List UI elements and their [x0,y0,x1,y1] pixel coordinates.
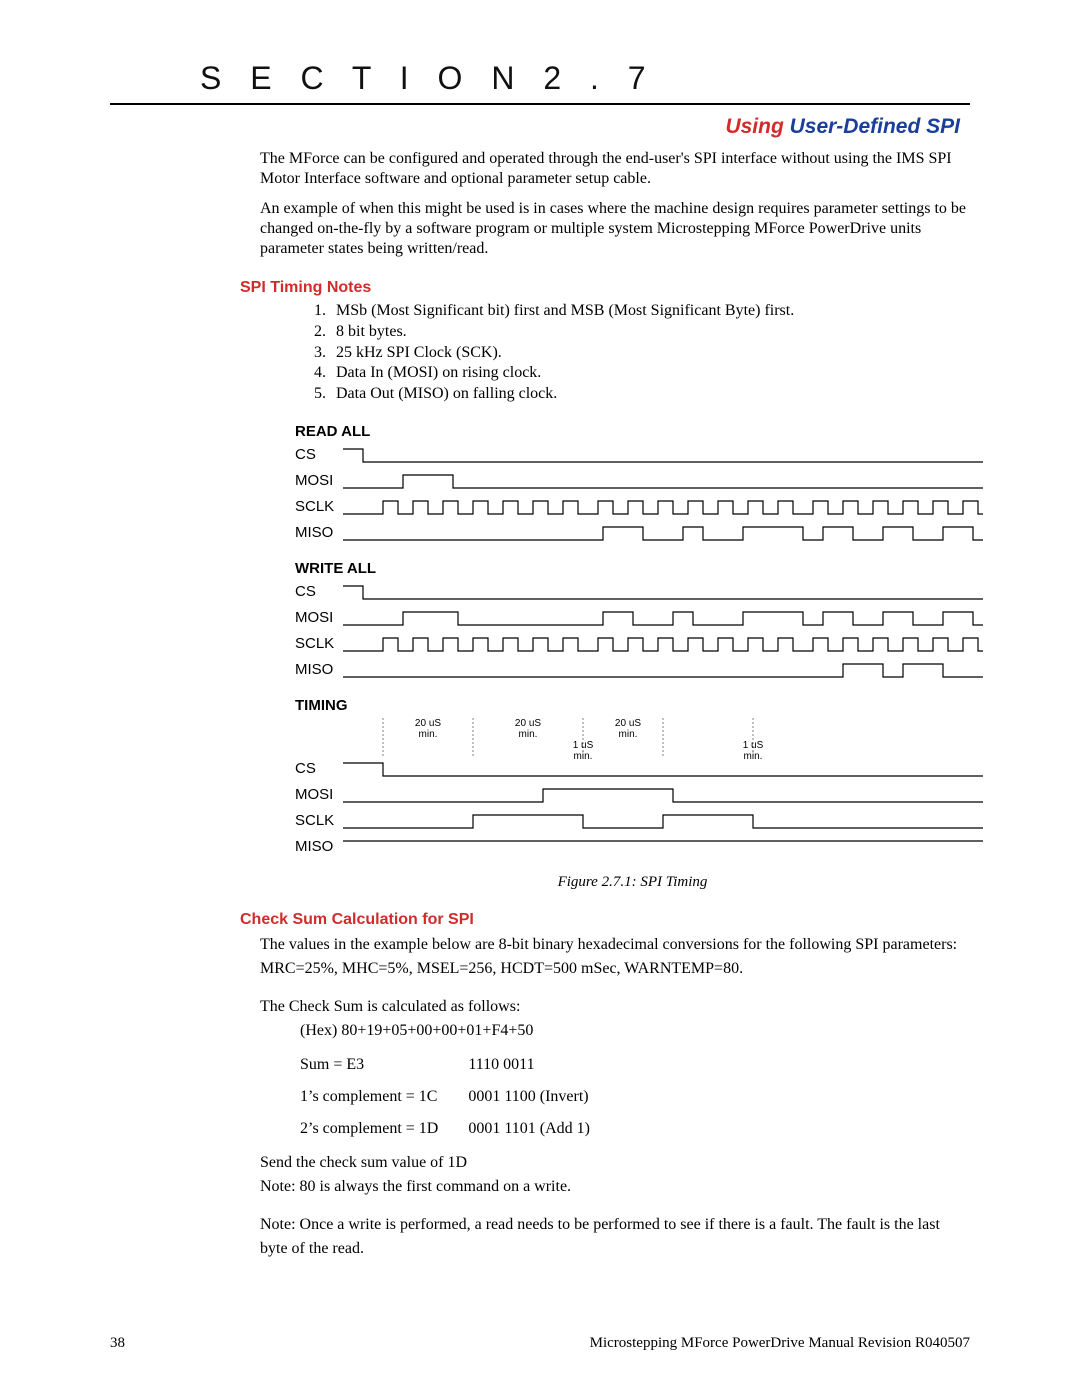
spi-timing-notes-heading: SPI Timing Notes [240,279,970,297]
diagram-read-all: READ ALL CS MOSI SCLK MISO WRITE ALL CS [295,423,970,891]
checksum-note80: Note: 80 is always the first command on … [260,1175,970,1199]
waveform-mosi [343,784,983,806]
signal-label-miso: MISO [295,661,343,678]
checksum-note-read: Note: Once a write is performed, a read … [260,1213,970,1261]
list-item: MSb (Most Significant bit) first and MSB… [330,301,970,322]
diagram-title: READ ALL [295,423,970,440]
waveform-mosi [343,607,983,629]
waveform-miso [343,659,983,681]
signal-label-cs: CS [295,583,343,600]
heading-blue: User-Defined SPI [790,115,960,138]
list-item: 25 kHz SPI Clock (SCK). [330,343,970,364]
cs-right: 1110 0011 [468,1049,620,1081]
waveform-miso [343,836,983,858]
signal-label-mosi: MOSI [295,786,343,803]
signal-label-cs: CS [295,760,343,777]
doc-revision: Microstepping MForce PowerDrive Manual R… [590,1335,970,1352]
waveform-cs [343,758,983,780]
intro-paragraph-1: The MForce can be configured and operate… [260,149,970,189]
checksum-paragraph-1: The values in the example below are 8-bi… [260,933,970,981]
heading-red: Using [725,115,789,138]
signal-label-cs: CS [295,446,343,463]
checksum-block: The values in the example below are 8-bi… [260,933,970,1261]
waveform-mosi [343,470,983,492]
cs-left: Sum = E3 [300,1049,468,1081]
list-item: Data In (MOSI) on rising clock. [330,363,970,384]
waveform-sclk [343,810,983,832]
signal-label-mosi: MOSI [295,609,343,626]
waveform-cs [343,581,983,603]
waveform-cs [343,444,983,466]
spi-timing-notes-list: MSb (Most Significant bit) first and MSB… [330,301,970,405]
signal-label-sclk: SCLK [295,635,343,652]
checksum-table: Sum = E3 1110 0011 1’s complement = 1C 0… [300,1049,620,1145]
cs-left: 2’s complement = 1D [300,1113,468,1145]
diagram-title: WRITE ALL [295,560,970,577]
section-label: S E C T I O N 2 . 7 [200,60,970,97]
cs-right: 0001 1100 (Invert) [468,1081,620,1113]
signal-label-miso: MISO [295,838,343,855]
page-number: 38 [110,1335,125,1352]
signal-label-sclk: SCLK [295,498,343,515]
cs-left: 1’s complement = 1C [300,1081,468,1113]
page-root: S E C T I O N 2 . 7 Using User-Defined S… [0,0,1080,1397]
waveform-miso [343,522,983,544]
page-footer: 38 Microstepping MForce PowerDrive Manua… [110,1335,970,1352]
section-rule [110,103,970,105]
list-item: 8 bit bytes. [330,322,970,343]
waveform-sclk [343,496,983,518]
table-row: 2’s complement = 1D 0001 1101 (Add 1) [300,1113,620,1145]
figure-caption: Figure 2.7.1: SPI Timing [295,874,970,891]
checksum-heading: Check Sum Calculation for SPI [240,911,970,929]
signal-label-miso: MISO [295,524,343,541]
waveform-sclk [343,633,983,655]
cs-right: 0001 1101 (Add 1) [468,1113,620,1145]
table-row: 1’s complement = 1C 0001 1100 (Invert) [300,1081,620,1113]
diagram-title: TIMING [295,697,970,714]
list-item: Data Out (MISO) on falling clock. [330,384,970,405]
checksum-send: Send the check sum value of 1D [260,1151,970,1175]
checksum-hex-line: (Hex) 80+19+05+00+00+01+F4+50 [300,1019,970,1043]
signal-label-sclk: SCLK [295,812,343,829]
table-row: Sum = E3 1110 0011 [300,1049,620,1081]
timing-annotations: 20 uSmin. 20 uSmin. 20 uSmin. 1 uSmin. 1… [343,718,970,758]
intro-paragraph-2: An example of when this might be used is… [260,199,970,259]
checksum-paragraph-2: The Check Sum is calculated as follows: [260,995,970,1019]
signal-label-mosi: MOSI [295,472,343,489]
page-heading: Using User-Defined SPI [110,115,960,139]
